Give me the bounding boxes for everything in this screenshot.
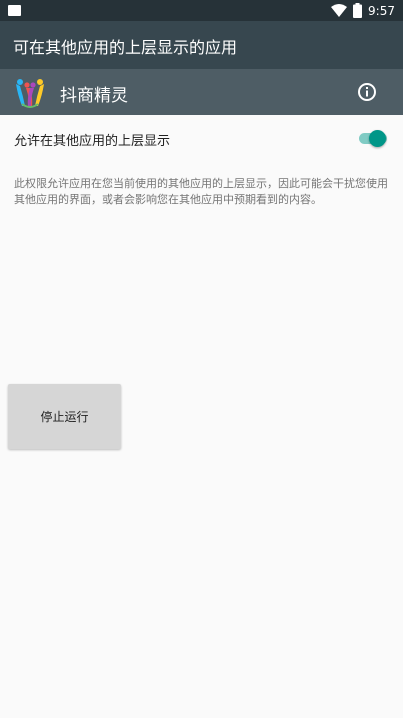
permission-description: 此权限允许应用在您当前使用的其他应用的上层显示，因此可能会干扰您使用其他应用的界… [14, 177, 388, 206]
app-name: 抖商精灵 [60, 86, 128, 106]
status-bar: 9:57 [0, 0, 403, 21]
toolbar: 可在其他应用的上层显示的应用 [0, 21, 403, 69]
battery-icon [353, 3, 363, 18]
toggle-thumb [369, 130, 386, 147]
app-header: 抖商精灵 [0, 69, 403, 115]
status-right: 9:57 [331, 2, 395, 19]
wifi-icon [331, 4, 348, 17]
sd-card-icon [8, 5, 21, 16]
page-title: 可在其他应用的上层显示的应用 [13, 38, 238, 57]
stop-button[interactable]: 停止运行 [8, 384, 121, 449]
status-time: 9:57 [368, 3, 395, 18]
overlay-permission-toggle[interactable] [359, 127, 389, 149]
info-icon[interactable] [357, 82, 377, 102]
overlay-permission-row[interactable]: 允许在其他应用的上层显示 [0, 115, 403, 163]
app-logo-icon [16, 79, 44, 108]
overlay-permission-label: 允许在其他应用的上层显示 [14, 134, 171, 149]
